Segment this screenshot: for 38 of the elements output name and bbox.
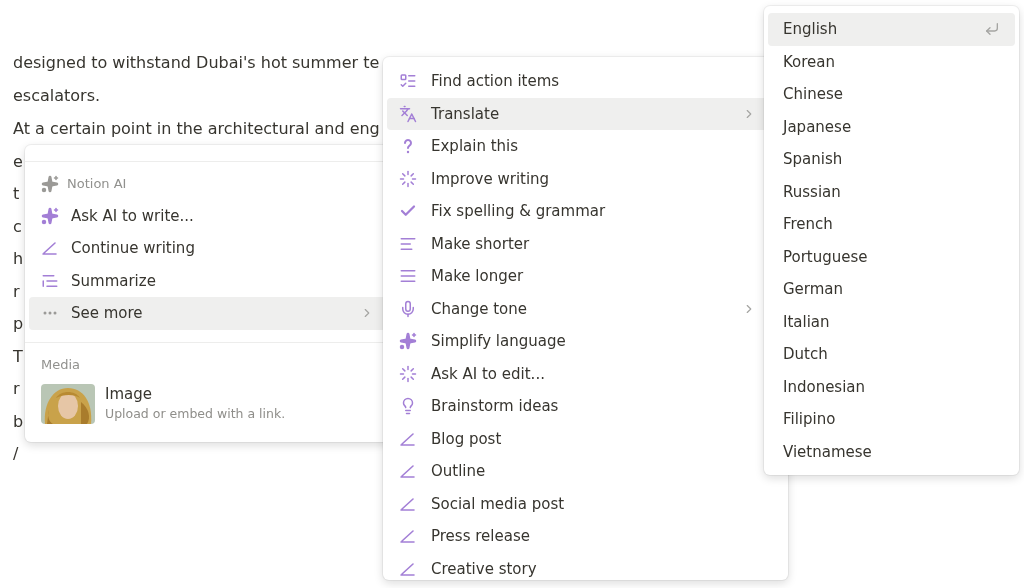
body-text: r <box>13 280 20 303</box>
section-label: Notion AI <box>67 175 127 194</box>
body-text: p <box>13 313 24 335</box>
burst-icon <box>399 169 417 188</box>
body-text: designed to withstand Dubai's hot summer te <box>13 52 380 74</box>
translate-icon <box>399 104 417 123</box>
language-option[interactable]: English <box>768 13 1015 46</box>
body-text: At a certain point in the architectural and eng <box>13 118 380 140</box>
menu-item[interactable]: Press release <box>387 520 784 553</box>
body-text: r <box>13 378 20 400</box>
sparkle-icon <box>41 175 59 193</box>
body-text: t <box>13 183 20 205</box>
pen-icon <box>41 239 59 258</box>
burst-icon <box>399 364 417 383</box>
body-text: T <box>13 345 23 368</box>
menu-item[interactable]: Summarize <box>29 264 386 298</box>
menu-item[interactable]: See more <box>29 297 386 330</box>
sparkle-icon <box>399 332 417 351</box>
enter-icon <box>984 21 1000 38</box>
microphone-icon <box>399 299 417 318</box>
menu-item[interactable]: Continue writing <box>29 232 386 265</box>
pen-icon <box>399 527 417 546</box>
menu-item[interactable]: Social media post <box>387 487 784 520</box>
pen-icon <box>399 462 417 481</box>
body-text: b <box>13 410 24 433</box>
body-text: e <box>13 150 23 173</box>
body-text: h <box>13 248 24 270</box>
menu-item[interactable]: Image Upload or embed with a link. <box>25 384 390 442</box>
body-text: c <box>13 215 22 238</box>
body-text: escalators. <box>13 84 101 107</box>
section-label: Media <box>40 355 82 374</box>
item-title: Image <box>105 384 153 405</box>
menu-item[interactable]: Ask AI to write... <box>29 199 386 233</box>
slash-text: / <box>13 443 19 465</box>
item-description: Upload or embed with a link. <box>105 405 286 424</box>
sparkle-icon <box>41 206 59 225</box>
menu-item[interactable]: Creative story <box>387 552 784 580</box>
more-icon <box>43 311 57 316</box>
